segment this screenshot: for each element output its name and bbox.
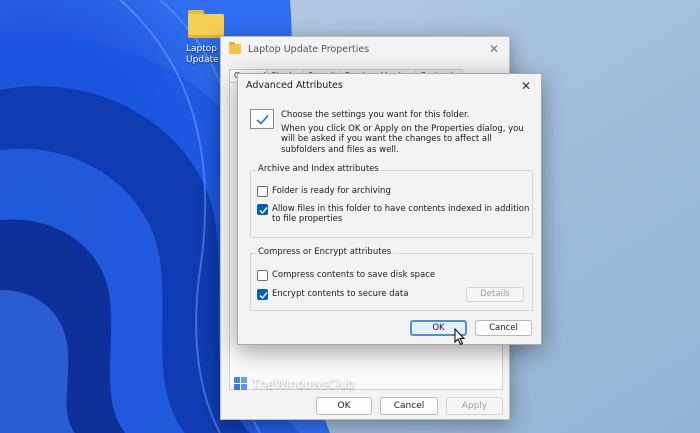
folder-icon bbox=[188, 10, 224, 38]
group-label: Archive and Index attributes bbox=[256, 164, 381, 174]
checkbox-label: Encrypt contents to secure data bbox=[272, 289, 409, 299]
properties-title: Laptop Update Properties bbox=[248, 43, 370, 55]
details-button[interactable]: Details bbox=[466, 287, 524, 302]
intro-line-1: Choose the settings you want for this fo… bbox=[281, 110, 470, 120]
close-icon[interactable]: ✕ bbox=[485, 40, 503, 58]
cancel-button[interactable]: Cancel bbox=[475, 320, 532, 336]
index-checkbox[interactable] bbox=[257, 204, 268, 215]
watermark: TheWindowsClub bbox=[234, 377, 355, 391]
compress-checkbox[interactable] bbox=[257, 270, 268, 281]
mouse-cursor-icon bbox=[454, 328, 466, 346]
cancel-button[interactable]: Cancel bbox=[380, 397, 438, 415]
properties-titlebar: Laptop Update Properties bbox=[221, 37, 509, 61]
folder-icon bbox=[229, 42, 241, 54]
windows-logo-icon bbox=[234, 377, 248, 391]
index-checkbox-row[interactable]: Allow files in this folder to have conte… bbox=[257, 204, 534, 224]
checkbox-label: Compress contents to save disk space bbox=[272, 270, 436, 280]
archive-checkbox[interactable] bbox=[257, 186, 268, 197]
desktop-folder-label: Laptop Update bbox=[186, 44, 219, 65]
close-icon[interactable]: ✕ bbox=[517, 77, 535, 95]
group-label: Compress or Encrypt attributes bbox=[256, 247, 394, 257]
intro-line-2: When you click OK or Apply on the Proper… bbox=[281, 123, 524, 155]
encrypt-checkbox-row[interactable]: Encrypt contents to secure data bbox=[257, 289, 462, 300]
watermark-text: TheWindowsClub bbox=[252, 377, 355, 391]
checkbox-label: Allow files in this folder to have conte… bbox=[272, 204, 530, 224]
encrypt-checkbox[interactable] bbox=[257, 289, 268, 300]
compress-checkbox-row[interactable]: Compress contents to save disk space bbox=[257, 270, 472, 281]
checkbox-label: Folder is ready for archiving bbox=[272, 186, 391, 196]
ok-button[interactable]: OK bbox=[316, 397, 372, 415]
dialog-title: Advanced Attributes bbox=[246, 80, 343, 91]
apply-button[interactable]: Apply bbox=[446, 397, 503, 415]
archive-checkbox-row[interactable]: Folder is ready for archiving bbox=[257, 186, 540, 197]
archive-index-group: Archive and Index attributes Folder is r… bbox=[250, 164, 534, 238]
compress-encrypt-group: Compress or Encrypt attributes Compress … bbox=[250, 247, 533, 311]
advanced-attributes-dialog: Advanced Attributes ✕ Choose the setting… bbox=[237, 73, 542, 345]
checkmark-icon bbox=[250, 109, 274, 129]
dialog-intro: Choose the settings you want for this fo… bbox=[281, 110, 533, 155]
